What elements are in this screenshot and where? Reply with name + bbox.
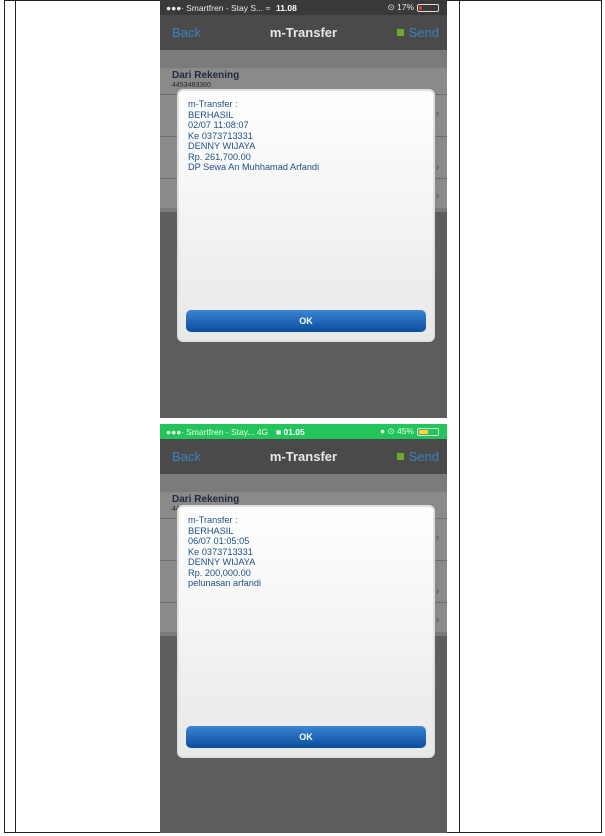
table-divider-left xyxy=(15,0,16,833)
send-label: Send xyxy=(408,25,439,40)
dialog-line: 02/07 11:08:07 xyxy=(188,120,249,130)
send-button[interactable]: Send xyxy=(396,449,439,464)
chevron-icon: › xyxy=(436,108,439,118)
send-icon xyxy=(396,453,404,460)
chevron-icon: › xyxy=(436,190,439,200)
result-dialog: m-Transfer : BERHASIL 06/07 01:05:05 Ke … xyxy=(177,505,435,758)
dialog-line: Ke 0373713331 xyxy=(188,546,253,557)
battery-text: ● ⊙ 45% xyxy=(380,426,414,436)
dialog-line: pelunasan arfandi xyxy=(188,578,262,588)
battery-text: ⊙ 17% xyxy=(387,2,415,12)
dialog-line: 06/07 01:05:05 xyxy=(188,536,250,546)
dialog-line: BERHASIL xyxy=(188,525,234,536)
ok-button[interactable]: OK xyxy=(186,310,426,332)
from-account-label: Dari Rekening xyxy=(172,70,240,81)
dialog-line: m-Transfer : xyxy=(188,99,238,109)
carrier-text: ●●●∙ Smartfren - Stay... 4G xyxy=(166,426,269,437)
dialog-message: m-Transfer : BERHASIL 02/07 11:08:07 Ke … xyxy=(188,99,319,173)
result-dialog: m-Transfer : BERHASIL 02/07 11:08:07 Ke … xyxy=(177,89,435,342)
send-button[interactable]: Send xyxy=(396,25,439,40)
dialog-line: Ke 0373713331 xyxy=(188,130,253,141)
dialog-line: DENNY WIJAYA xyxy=(188,141,256,151)
from-account-label: Dari Rekening xyxy=(172,494,240,505)
screenshot-1: ●●●∙ Smartfren - Stay S... ≈ 11.08 ⊙ 17%… xyxy=(160,0,447,418)
send-label: Send xyxy=(408,449,439,464)
battery-icon xyxy=(417,3,439,12)
dialog-line: BERHASIL xyxy=(188,109,234,120)
chevron-icon: › xyxy=(436,586,439,596)
dialog-line: Rp. 200,000.00 xyxy=(188,567,251,578)
battery-icon xyxy=(417,427,439,436)
status-bar: ●●●∙ Smartfren - Stay... 4G ■ 01.05 ● ⊙ … xyxy=(160,424,447,439)
chevron-icon: › xyxy=(436,532,439,542)
clock-text: ■ 01.05 xyxy=(276,426,305,437)
dialog-line: DP Sewa An Muhhamad Arfandi xyxy=(188,162,320,172)
battery-indicator: ⊙ 17% xyxy=(387,2,439,13)
clock-text: 11.08 xyxy=(276,2,297,13)
nav-bar: Back m-Transfer Send xyxy=(160,439,447,474)
dialog-line: m-Transfer : xyxy=(188,515,238,525)
screenshot-2: ●●●∙ Smartfren - Stay... 4G ■ 01.05 ● ⊙ … xyxy=(160,424,447,833)
ok-button[interactable]: OK xyxy=(186,726,426,748)
status-bar: ●●●∙ Smartfren - Stay S... ≈ 11.08 ⊙ 17% xyxy=(160,0,447,15)
chevron-icon: › xyxy=(436,614,439,624)
send-icon xyxy=(396,29,404,36)
chevron-icon: › xyxy=(436,162,439,172)
dialog-line: Rp. 261,700.00 xyxy=(188,151,251,162)
battery-indicator: ● ⊙ 45% xyxy=(380,426,439,437)
nav-bar: Back m-Transfer Send xyxy=(160,15,447,50)
carrier-text: ●●●∙ Smartfren - Stay S... ≈ xyxy=(166,2,271,13)
table-divider-right xyxy=(459,0,460,833)
from-account-number: 4453483360 xyxy=(172,82,211,89)
dialog-message: m-Transfer : BERHASIL 06/07 01:05:05 Ke … xyxy=(188,515,261,589)
dialog-line: DENNY WIJAYA xyxy=(188,557,256,567)
